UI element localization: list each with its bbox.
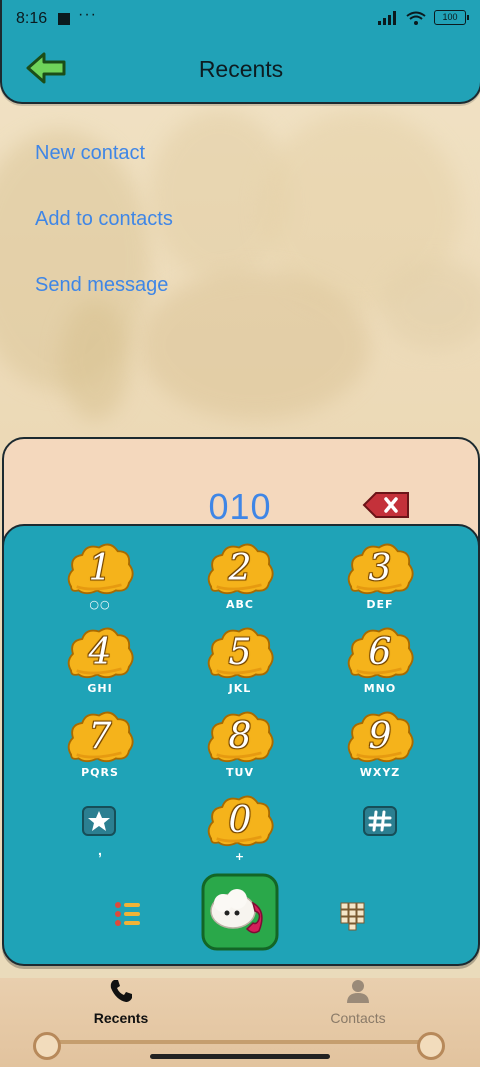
key-4[interactable]: 4 GHI <box>60 624 140 706</box>
key-digit: 9 <box>368 716 392 757</box>
key-digit: 4 <box>88 632 112 673</box>
send-message-link[interactable]: Send message <box>35 274 168 297</box>
star-key-sub: , <box>98 842 102 858</box>
add-to-contacts-link[interactable]: Add to contacts <box>35 208 173 231</box>
wifi-icon <box>406 11 426 25</box>
key-9[interactable]: 9 WXYZ <box>340 708 420 790</box>
key-8[interactable]: 8 TUV <box>200 708 280 790</box>
star-icon[interactable] <box>82 806 116 836</box>
key-6[interactable]: 6 MNO <box>340 624 420 706</box>
key-1[interactable]: 1 ○○ <box>60 540 140 622</box>
status-bar: 8:16 ··· 100 <box>16 6 469 32</box>
home-indicator[interactable] <box>150 1054 330 1059</box>
key-digit: 3 <box>368 548 392 589</box>
key-7[interactable]: 7 PQRS <box>60 708 140 790</box>
key-5[interactable]: 5 JKL <box>200 624 280 706</box>
key-letters: PQRS <box>81 766 119 779</box>
key-letters: GHI <box>87 682 113 695</box>
battery-icon: 100 <box>434 10 469 25</box>
key-letters: TUV <box>226 766 254 779</box>
key-digit: 1 <box>88 548 112 589</box>
key-2[interactable]: 2 ABC <box>200 540 280 622</box>
notification-icon <box>58 13 70 25</box>
status-time: 8:16 <box>16 10 48 27</box>
grid-icon[interactable] <box>340 902 366 932</box>
key-letters: + <box>234 850 246 863</box>
key-3[interactable]: 3 DEF <box>340 540 420 622</box>
new-contact-link[interactable]: New contact <box>35 142 145 165</box>
app-header: 8:16 ··· 100 Recents <box>0 0 480 104</box>
nav-decor-knob-left <box>33 1032 61 1060</box>
key-digit: 5 <box>228 632 252 673</box>
key-0[interactable]: 0 + <box>200 792 280 874</box>
call-button[interactable] <box>201 873 279 951</box>
key-letters: JKL <box>228 682 252 695</box>
signal-icon <box>378 10 396 25</box>
key-letters: DEF <box>366 598 394 611</box>
key-digit: 7 <box>88 716 112 757</box>
key-letters: ABC <box>226 598 254 611</box>
tab-contacts[interactable]: Contacts <box>298 978 418 1026</box>
key-digit: 0 <box>228 800 252 841</box>
key-letters: MNO <box>363 682 397 695</box>
key-letters: WXYZ <box>359 766 401 779</box>
tab-recents[interactable]: Recents <box>61 978 181 1026</box>
key-digit: 6 <box>368 632 392 673</box>
phone-icon <box>110 980 132 1002</box>
more-notifications-icon: ··· <box>78 6 97 23</box>
nav-decor-rail <box>50 1040 430 1044</box>
hash-icon[interactable] <box>363 806 397 836</box>
voicemail-icon: ○○ <box>89 598 111 611</box>
tab-contacts-label: Contacts <box>330 1010 386 1026</box>
delete-icon[interactable] <box>362 490 412 520</box>
contacts-icon <box>347 980 369 1003</box>
nav-decor-knob-right <box>417 1032 445 1060</box>
page-title: Recents <box>198 56 284 82</box>
tab-recents-label: Recents <box>93 1010 149 1026</box>
key-digit: 2 <box>228 548 252 589</box>
list-icon[interactable] <box>114 901 142 927</box>
key-digit: 8 <box>228 716 252 757</box>
